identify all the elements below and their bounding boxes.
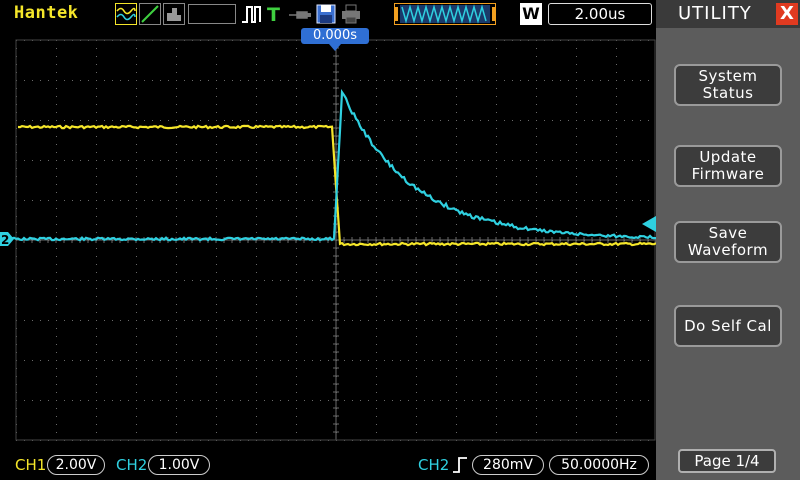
ch2-scale[interactable]: 1.00V (148, 455, 210, 475)
trigger-position-arrow-icon (329, 44, 341, 51)
utility-menu-panel: UTILITY X System Status Update Firmware … (656, 0, 800, 480)
top-status-bar: Hantek T W 2.00us (0, 0, 656, 28)
menu-title-bar: UTILITY X (656, 0, 800, 28)
ch2-label: CH2 (116, 456, 148, 474)
brand-logo: Hantek (14, 3, 79, 23)
timebase-mode-icon: W (520, 3, 542, 25)
pulse-trigger-icon (242, 6, 261, 23)
frequency-readout[interactable]: 50.0000Hz (549, 455, 649, 475)
bottom-status-bar: CH1 2.00V CH2 1.00V CH2 280mV 50.0000Hz (0, 452, 656, 480)
trigger-source-label: CH2 (418, 456, 450, 474)
trigger-position-readout[interactable]: 0.000s (301, 28, 369, 44)
rising-edge-icon (453, 457, 467, 473)
self-cal-button[interactable]: Do Self Cal (674, 305, 782, 347)
timebase-readout[interactable]: 2.00us (548, 3, 652, 25)
update-firmware-button[interactable]: Update Firmware (674, 145, 782, 187)
system-status-button[interactable]: System Status (674, 64, 782, 106)
trigger-level-readout[interactable]: 280mV (472, 455, 544, 475)
close-menu-button[interactable]: X (776, 3, 798, 25)
acquire-icon (163, 3, 185, 25)
memory-waveform-icon (394, 3, 496, 25)
scope-mode-icon (115, 3, 137, 25)
menu-title: UTILITY (678, 3, 752, 24)
ramp-icon (139, 3, 161, 25)
ch1-scale[interactable]: 2.00V (47, 455, 105, 475)
waveform-canvas: 2 (0, 39, 657, 441)
status-box (188, 4, 236, 24)
print-icon (342, 4, 360, 24)
graticule (15, 39, 657, 441)
svg-text:T: T (267, 4, 280, 25)
save-waveform-button[interactable]: Save Waveform (674, 221, 782, 263)
trigger-level-marker[interactable] (642, 216, 656, 232)
waveform-display[interactable]: 2 (0, 28, 657, 452)
ch2-waveform (0, 88, 656, 242)
svg-text:2: 2 (1, 233, 9, 247)
page-indicator-button[interactable]: Page 1/4 (678, 449, 776, 473)
ch1-label: CH1 (15, 456, 47, 474)
trigger-icon: T (267, 4, 280, 25)
probe-icon (289, 11, 311, 19)
save-icon (316, 4, 336, 24)
ch2-ground-marker[interactable]: 2 (0, 232, 14, 247)
